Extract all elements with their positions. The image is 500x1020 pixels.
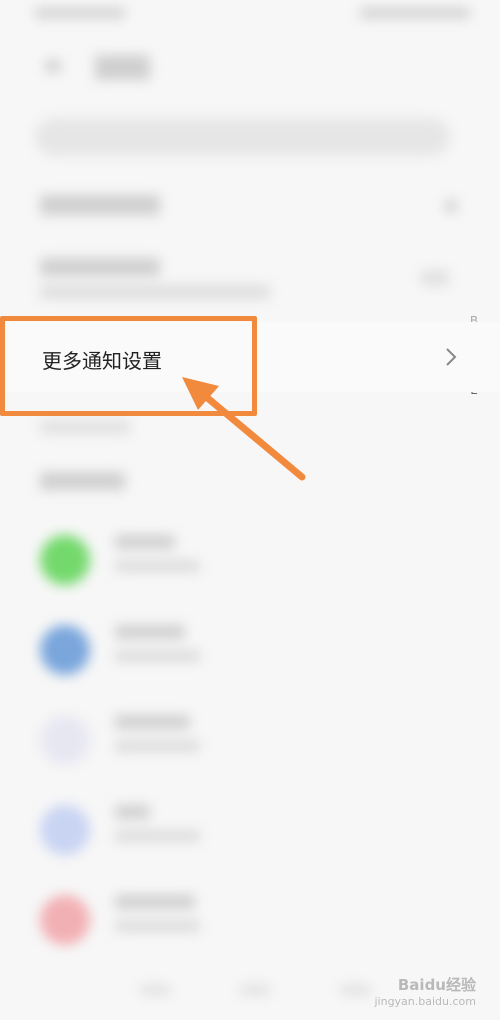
page-title <box>95 55 150 80</box>
watermark-url: jingyan.baidu.com <box>374 995 476 1008</box>
app-sub <box>115 920 200 932</box>
section-label <box>40 420 130 434</box>
app-icon-blue <box>40 625 90 675</box>
setting-label-1 <box>40 195 160 215</box>
search-input <box>35 118 450 156</box>
watermark: Baidu经验 jingyan.baidu.com <box>374 974 476 1008</box>
nav-mark <box>140 985 170 995</box>
app-sub <box>115 830 200 842</box>
app-name <box>115 535 175 549</box>
app-name <box>115 715 190 729</box>
app-sub <box>115 650 200 662</box>
nav-mark <box>240 985 270 995</box>
app-name <box>115 805 150 819</box>
blurred-background <box>0 0 500 1020</box>
status-bar-left <box>35 8 125 18</box>
app-icon-red <box>40 895 90 945</box>
status-bar-right <box>360 8 470 18</box>
section-title <box>40 472 125 490</box>
setting-sublabel-2 <box>40 285 270 299</box>
chevron-right-icon <box>445 200 457 212</box>
watermark-logo: Baidu经验 <box>397 976 476 994</box>
app-icon-green <box>40 535 90 585</box>
app-icon-lightblue <box>40 805 90 855</box>
app-icon-light <box>40 715 90 765</box>
nav-mark <box>340 985 370 995</box>
back-icon <box>45 60 61 72</box>
chevron-right-icon <box>446 348 457 366</box>
toggle-switch <box>420 270 450 286</box>
app-name <box>115 895 195 909</box>
app-sub <box>115 560 200 572</box>
app-name <box>115 625 185 639</box>
setting-label-2 <box>40 258 160 276</box>
app-sub <box>115 740 200 752</box>
highlight-box <box>0 316 257 416</box>
